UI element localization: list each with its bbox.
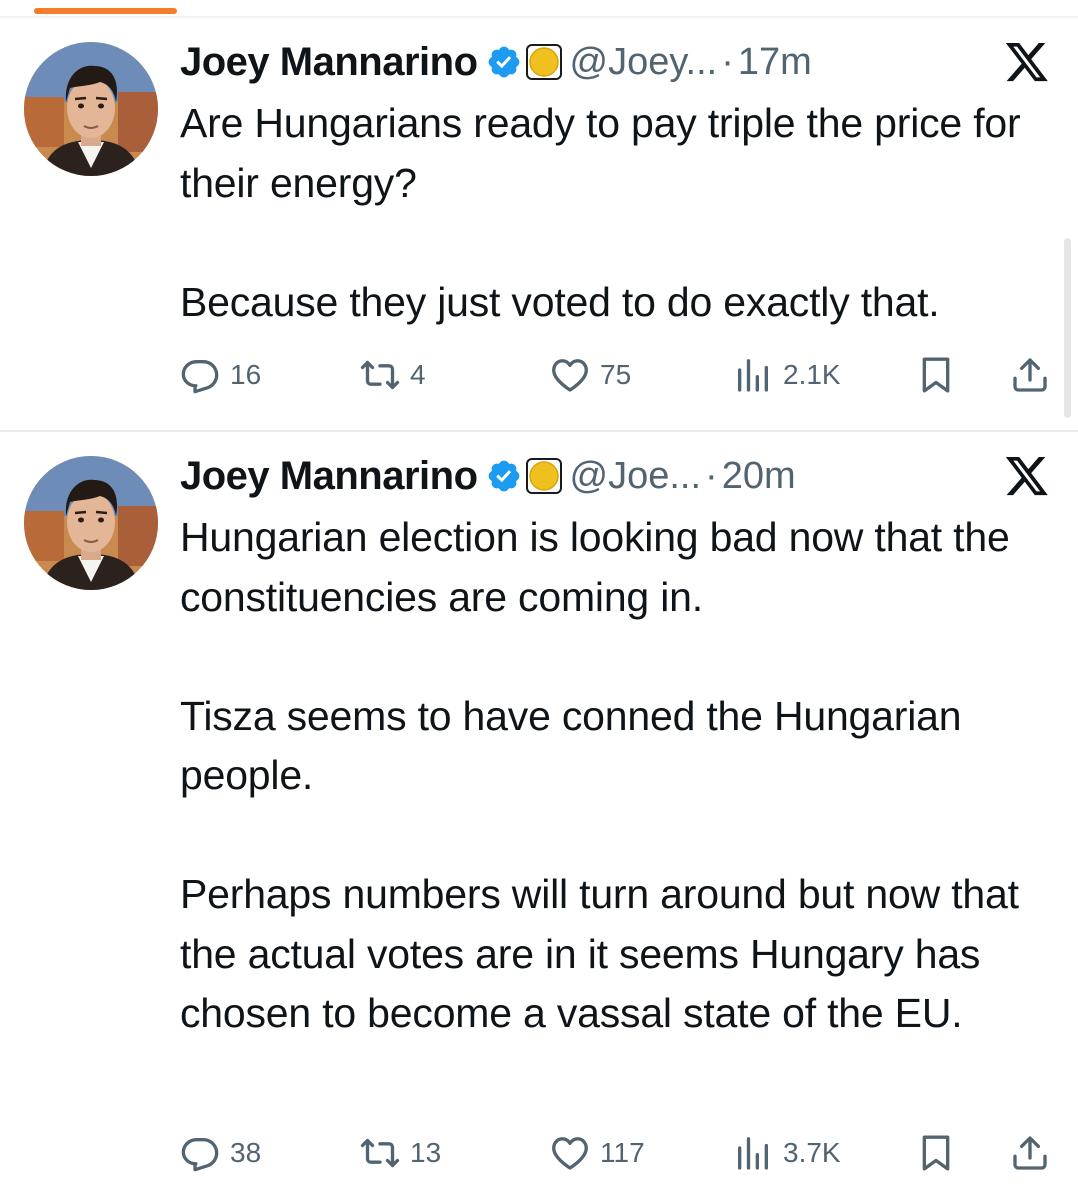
action-bar: 16 4 75 2.1K xyxy=(180,350,1060,400)
repost-icon xyxy=(360,355,400,395)
views-icon xyxy=(733,1133,773,1173)
gold-circle-icon xyxy=(526,44,562,80)
tweet-paragraph: Tisza seems to have conned the Hungarian… xyxy=(180,692,962,799)
verified-badge-icon xyxy=(486,44,522,80)
separator-dot: · xyxy=(721,40,734,83)
tweet-text: Are Hungarians ready to pay triple the p… xyxy=(180,94,1060,332)
tweet-header: Joey Mannarino @Joey... · 17m xyxy=(180,38,812,86)
author-handle[interactable]: @Joey... xyxy=(570,41,718,84)
reply-count: 38 xyxy=(230,1137,262,1168)
repost-button[interactable]: 13 xyxy=(360,1128,441,1178)
bookmark-icon xyxy=(916,355,956,395)
share-button[interactable] xyxy=(1010,1128,1050,1178)
reply-button[interactable]: 16 xyxy=(180,350,261,400)
separator-dot: · xyxy=(705,454,718,497)
share-button[interactable] xyxy=(1010,350,1050,400)
repost-count: 13 xyxy=(410,1137,442,1168)
action-bar: 38 13 117 3.7K xyxy=(180,1128,1060,1178)
tweet-paragraph: Because they just voted to do exactly th… xyxy=(180,278,940,325)
avatar[interactable] xyxy=(24,42,158,176)
author-handle[interactable]: @Joe... xyxy=(570,455,702,498)
tweet-2[interactable]: Joey Mannarino @Joe... · 20m Hungarian e… xyxy=(0,432,1078,1200)
timestamp[interactable]: 20m xyxy=(722,455,796,498)
x-logo-icon xyxy=(1004,42,1050,84)
like-button[interactable]: 117 xyxy=(550,1128,645,1178)
author-name[interactable]: Joey Mannarino xyxy=(180,454,478,499)
bookmark-button[interactable] xyxy=(916,350,956,400)
gold-circle-icon xyxy=(526,458,562,494)
tweet-text: Hungarian election is looking bad now th… xyxy=(180,508,1060,1044)
like-button[interactable]: 75 xyxy=(550,350,631,400)
repost-icon xyxy=(360,1133,400,1173)
like-count: 75 xyxy=(600,359,632,390)
tweet-paragraph: Perhaps numbers will turn around but now… xyxy=(180,871,1019,1036)
tweet-header: Joey Mannarino @Joe... · 20m xyxy=(180,452,796,500)
views-icon xyxy=(733,355,773,395)
verified-badge-icon xyxy=(486,458,522,494)
repost-count: 4 xyxy=(410,359,426,390)
share-icon xyxy=(1010,355,1050,395)
views-count: 2.1K xyxy=(783,359,841,390)
tweet-paragraph: Are Hungarians ready to pay triple the p… xyxy=(180,100,1021,206)
tweet-paragraph: Hungarian election is looking bad now th… xyxy=(180,514,1010,620)
like-icon xyxy=(550,1133,590,1173)
reply-icon xyxy=(180,1133,220,1173)
like-icon xyxy=(550,355,590,395)
timestamp[interactable]: 17m xyxy=(738,41,812,84)
reply-icon xyxy=(180,355,220,395)
like-count: 117 xyxy=(600,1137,645,1168)
bookmark-icon xyxy=(916,1133,956,1173)
scrollbar[interactable] xyxy=(1064,238,1071,418)
avatar[interactable] xyxy=(24,456,158,590)
top-accent-bar xyxy=(34,8,177,14)
views-count: 3.7K xyxy=(783,1137,841,1168)
author-name[interactable]: Joey Mannarino xyxy=(180,40,478,85)
x-logo-icon xyxy=(1004,456,1050,498)
views-button[interactable]: 2.1K xyxy=(733,350,841,400)
reply-count: 16 xyxy=(230,359,262,390)
reply-button[interactable]: 38 xyxy=(180,1128,261,1178)
share-icon xyxy=(1010,1133,1050,1173)
tweet-1[interactable]: Joey Mannarino @Joey... · 17m Are Hungar… xyxy=(0,18,1078,430)
views-button[interactable]: 3.7K xyxy=(733,1128,841,1178)
repost-button[interactable]: 4 xyxy=(360,350,426,400)
bookmark-button[interactable] xyxy=(916,1128,956,1178)
